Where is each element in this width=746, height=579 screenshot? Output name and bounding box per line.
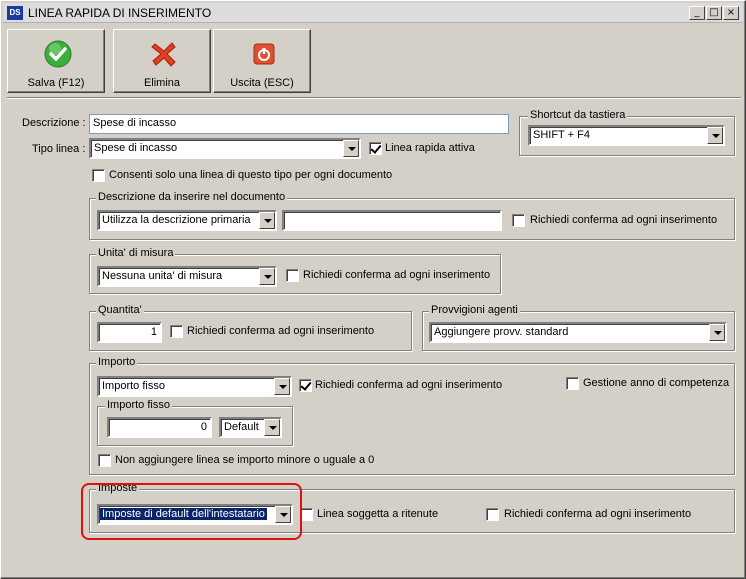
chevron-down-icon[interactable] [264,419,280,436]
imposte-confirm-checkbox[interactable] [486,508,499,521]
chevron-down-icon[interactable] [709,324,725,341]
descrizione-input[interactable]: Spese di incasso [89,114,509,134]
gestione-anno-label: Gestione anno di competenza [583,377,730,389]
tipo-linea-label: Tipo linea : [32,143,86,155]
app-icon: DS [7,6,23,20]
provvigioni-group-title: Provvigioni agenti [429,304,520,316]
consenti-checkbox[interactable] [92,169,105,182]
provvigioni-select[interactable]: Aggiungere provv. standard [429,322,727,343]
consenti-label: Consenti solo una linea di questo tipo p… [109,169,393,181]
delete-button-label: Elimina [143,77,181,89]
provvigioni-select-value: Aggiungere provv. standard [434,326,569,338]
descrizione-doc-confirm-checkbox[interactable] [512,214,525,227]
save-button-label: Salva (F12) [27,77,85,89]
dialog-window: DS LINEA RAPIDA DI INSERIMENTO _ □ × Sal… [0,0,746,579]
toolbar: Salva (F12) Elimina Uscita (ESC) [7,25,741,95]
chevron-down-icon[interactable] [274,378,290,395]
gestione-anno-checkbox[interactable] [566,377,579,390]
descrizione-doc-select[interactable]: Utilizza la descrizione primaria [97,210,277,231]
importo-fisso-mode-value: Default [224,421,259,433]
linea-attiva-checkbox[interactable] [369,142,382,155]
importo-fisso-group-title: Importo fisso [105,399,172,411]
title-bar[interactable]: DS LINEA RAPIDA DI INSERIMENTO _ □ × [3,3,743,23]
imposte-confirm-label: Richiedi conferma ad ogni inserimento [504,508,692,520]
importo-confirm-label: Richiedi conferma ad ogni inserimento [315,379,503,391]
exit-button-label: Uscita (ESC) [230,77,294,89]
importo-group-title: Importo [96,356,138,368]
importo-select[interactable]: Importo fisso [97,376,292,397]
descrizione-doc-input[interactable] [282,210,502,231]
chevron-down-icon[interactable] [707,127,723,144]
save-button[interactable]: Salva (F12) [7,29,105,93]
tipo-linea-select[interactable]: Spese di incasso [89,138,361,159]
descrizione-doc-confirm-label: Richiedi conferma ad ogni inserimento [530,214,718,226]
window-title: LINEA RAPIDA DI INSERIMENTO [28,6,212,20]
descrizione-doc-group-title: Descrizione da inserire nel documento [96,191,288,203]
chevron-down-icon[interactable] [343,140,359,157]
exit-button[interactable]: Uscita (ESC) [213,29,311,93]
quantita-input[interactable]: 1 [97,322,162,343]
unita-confirm-label: Richiedi conferma ad ogni inserimento [303,269,491,281]
toolbar-separator [7,97,741,99]
maximize-button[interactable]: □ [706,6,722,20]
delete-x-icon [151,42,176,67]
chevron-down-icon[interactable] [259,212,275,229]
minimize-button[interactable]: _ [689,6,705,20]
shortcut-group-title: Shortcut da tastiera [528,109,628,121]
chevron-down-icon[interactable] [259,268,275,285]
linea-attiva-label: Linea rapida attiva [385,142,475,154]
shortcut-value: SHIFT + F4 [533,129,590,141]
descrizione-doc-select-value: Utilizza la descrizione primaria [102,214,251,226]
delete-button[interactable]: Elimina [113,29,211,93]
non-aggiungere-label: Non aggiungere linea se importo minore o… [115,454,375,466]
unita-select[interactable]: Nessuna unita' di misura [97,266,277,287]
quantita-group-title: Quantita' [96,304,144,316]
importo-select-value: Importo fisso [102,380,165,392]
annotation-highlight [81,483,302,540]
ritenute-label: Linea soggetta a ritenute [317,508,439,520]
non-aggiungere-checkbox[interactable] [98,454,111,467]
importo-fisso-input[interactable]: 0 [107,417,212,438]
shortcut-select[interactable]: SHIFT + F4 [528,125,725,146]
importo-confirm-checkbox[interactable] [299,379,312,392]
close-button[interactable]: × [723,6,739,20]
power-icon [253,43,275,65]
quantita-confirm-label: Richiedi conferma ad ogni inserimento [187,325,375,337]
unita-group-title: Unita' di misura [96,247,176,259]
unita-select-value: Nessuna unita' di misura [102,270,223,282]
importo-fisso-mode-select[interactable]: Default [219,417,282,438]
checkmark-icon [44,40,72,68]
tipo-linea-value: Spese di incasso [94,142,178,154]
unita-confirm-checkbox[interactable] [286,269,299,282]
quantita-confirm-checkbox[interactable] [170,325,183,338]
descrizione-label: Descrizione : [22,117,86,129]
